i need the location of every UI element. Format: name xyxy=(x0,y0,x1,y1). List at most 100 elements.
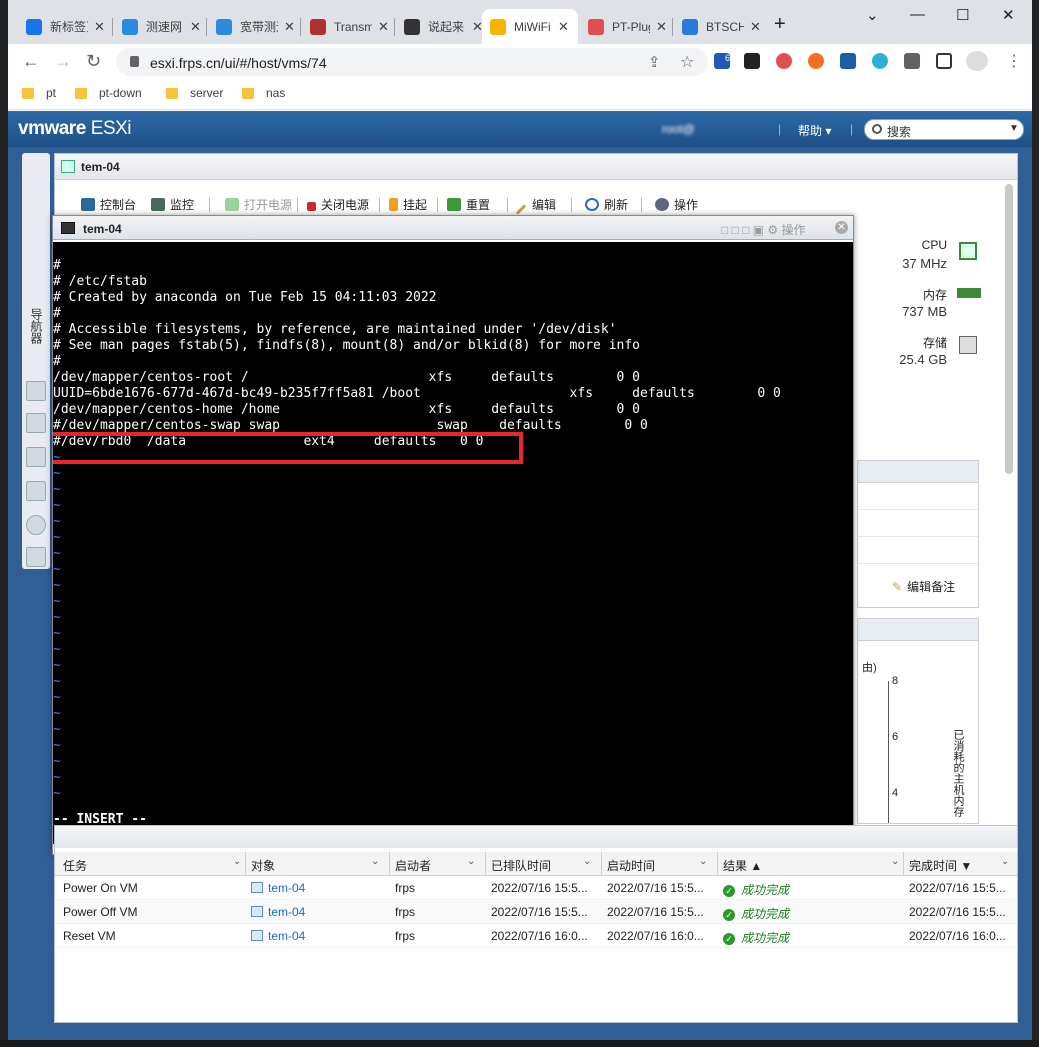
extension-icon[interactable] xyxy=(776,53,792,69)
storage-nav-icon[interactable] xyxy=(26,447,46,467)
extension-icon[interactable] xyxy=(872,53,888,69)
cell-target[interactable]: tem-04 xyxy=(251,905,379,919)
close-icon[interactable]: ✕ xyxy=(750,19,761,35)
omnibox[interactable]: esxi.frps.cn/ui/#/host/vms/74 ⇪ ☆ xyxy=(116,48,708,76)
column-header[interactable]: 任务 xyxy=(63,857,87,874)
tilde-line: ~ xyxy=(53,754,61,769)
back-icon[interactable]: ← xyxy=(22,51,40,72)
stop-icon xyxy=(307,202,316,211)
cell-target[interactable]: tem-04 xyxy=(251,881,379,895)
user-menu[interactable]: root@ xyxy=(662,122,695,136)
chevron-down-icon[interactable]: ⌄ xyxy=(583,856,591,867)
kebab-menu-icon[interactable]: ⋮ xyxy=(1006,51,1022,71)
close-icon[interactable]: ✕ xyxy=(835,221,848,234)
bookmark-pt[interactable]: pt xyxy=(22,86,56,100)
tab-speedtest[interactable]: 测速网 ✕ xyxy=(114,9,209,44)
folder-icon xyxy=(242,87,254,99)
share-icon[interactable]: ⇪ xyxy=(648,53,661,71)
maximize-icon[interactable]: ☐ xyxy=(956,6,969,24)
plugin-icon xyxy=(588,18,604,35)
tab-miwifi[interactable]: MiWiFi ✕ xyxy=(482,9,578,44)
refresh-icon xyxy=(585,198,599,211)
vms-icon[interactable] xyxy=(26,413,46,433)
extension-icon[interactable]: 6 xyxy=(714,53,730,69)
chevron-down-icon[interactable]: ⌄ xyxy=(371,856,379,867)
edit-button[interactable]: 编辑 xyxy=(515,196,556,215)
extension-icon[interactable] xyxy=(744,53,760,69)
reset-button[interactable]: 重置 xyxy=(447,196,490,213)
cpu-icon xyxy=(959,242,977,260)
search-input[interactable]: 搜索 ▼ xyxy=(864,119,1024,140)
scrollbar[interactable] xyxy=(1005,184,1013,474)
tab-shuoqi[interactable]: 说起来 ✕ xyxy=(396,9,491,44)
transmission-icon xyxy=(310,18,326,35)
tab-btschool[interactable]: BTSCHOOL✕ xyxy=(674,9,769,44)
refresh-button[interactable]: 刷新 xyxy=(585,196,628,213)
lock-icon xyxy=(130,56,139,67)
network-icon[interactable] xyxy=(26,481,46,501)
tab-pt-plugin[interactable]: PT-Plugin✕ xyxy=(580,9,675,44)
console-actions-menu[interactable]: □ □ □ ▣ ⚙ 操作 xyxy=(721,221,806,238)
power-off-button[interactable]: 关闭电源 xyxy=(307,196,369,213)
column-header[interactable]: 启动时间 xyxy=(607,857,655,874)
tilde-line: ~ xyxy=(53,562,61,577)
cell-target[interactable]: tem-04 xyxy=(251,929,379,943)
star-icon[interactable]: ☆ xyxy=(680,52,694,72)
console-window[interactable]: tem-04 □ □ □ ▣ ⚙ 操作 ✕ # # /etc/fstab # C… xyxy=(52,215,854,856)
help-menu[interactable]: 帮助 ▾ xyxy=(798,122,831,139)
table-row[interactable]: Power On VM tem-04 frps 2022/07/16 15:5... 2… xyxy=(55,876,1017,900)
actions-button[interactable]: 操作 xyxy=(655,196,698,213)
power-on-button[interactable]: 打开电源 xyxy=(225,196,292,213)
reload-icon[interactable]: ↻ xyxy=(86,51,101,72)
tilde-line: ~ xyxy=(53,466,61,481)
column-header[interactable]: 对象 xyxy=(251,857,275,874)
minimize-icon[interactable]: — xyxy=(910,6,925,23)
forward-icon[interactable]: → xyxy=(54,51,72,72)
host-icon[interactable] xyxy=(26,381,46,401)
chevron-down-icon[interactable]: ▼ xyxy=(1009,123,1019,134)
chevron-down-icon[interactable]: ⌄ xyxy=(891,856,899,867)
window-close-icon[interactable]: ✕ xyxy=(1002,6,1015,24)
table-row[interactable]: Reset VM tem-04 frps 2022/07/16 16:0... 2022… xyxy=(55,924,1017,948)
database-icon[interactable] xyxy=(26,547,46,567)
chevron-down-icon[interactable]: ⌄ xyxy=(467,856,475,867)
extension-icon[interactable] xyxy=(840,53,856,69)
close-icon[interactable]: ✕ xyxy=(284,19,295,35)
column-header[interactable]: 已排队时间 xyxy=(491,857,551,874)
new-tab-button[interactable]: + xyxy=(774,13,786,36)
edit-notes-button[interactable]: ✎ 编辑备注 xyxy=(892,578,955,595)
column-header[interactable]: 完成时间 ▼ xyxy=(909,857,972,874)
bookmark-nas[interactable]: nas xyxy=(242,86,285,100)
table-row[interactable]: Power Off VM tem-04 frps 2022/07/16 15:5...… xyxy=(55,900,1017,924)
console-button[interactable]: 控制台 xyxy=(81,196,136,213)
chevron-down-icon[interactable]: ⌄ xyxy=(699,856,707,867)
chevron-down-icon[interactable]: ⌄ xyxy=(866,6,879,24)
terminal-screen[interactable]: # # /etc/fstab # Created by anaconda on … xyxy=(53,242,853,844)
chevron-down-icon[interactable]: ⌄ xyxy=(1001,856,1009,867)
close-icon[interactable]: ✕ xyxy=(94,19,105,35)
column-header[interactable]: 结果 ▲ xyxy=(723,857,762,874)
extension-icon[interactable] xyxy=(808,53,824,69)
tab-broadband[interactable]: 宽带测速✕ xyxy=(208,9,303,44)
suspend-button[interactable]: 挂起 xyxy=(389,196,427,213)
browser-window: 新标签页✕ 测速网✕ 宽带测速✕ Transmission✕ 说起来✕ MiWi… xyxy=(8,0,1032,1047)
tab-new-tab[interactable]: 新标签页✕ xyxy=(18,9,113,44)
avatar[interactable] xyxy=(966,51,988,71)
folder-icon xyxy=(22,87,34,99)
column-header[interactable]: 启动者 xyxy=(395,857,431,874)
console-titlebar[interactable]: tem-04 □ □ □ ▣ ⚙ 操作 ✕ xyxy=(53,216,853,240)
puzzle-icon[interactable] xyxy=(904,53,920,69)
close-icon[interactable]: ✕ xyxy=(378,19,389,35)
bookmark-server[interactable]: server xyxy=(166,86,223,100)
chevron-down-icon[interactable]: ⌄ xyxy=(233,856,241,867)
navigator-sidebar[interactable]: 导航器 xyxy=(22,153,50,569)
tab-transmission[interactable]: Transmission✕ xyxy=(302,9,397,44)
monitor-button[interactable]: 监控 xyxy=(151,196,194,213)
bookmark-pt-down[interactable]: pt-down xyxy=(75,86,142,100)
close-icon[interactable]: ✕ xyxy=(558,19,569,35)
close-icon[interactable]: ✕ xyxy=(656,19,667,35)
globe-icon[interactable] xyxy=(26,515,46,535)
close-icon[interactable]: ✕ xyxy=(190,19,201,35)
sidepanel-icon[interactable] xyxy=(936,53,952,69)
tilde-line: ~ xyxy=(53,706,61,721)
